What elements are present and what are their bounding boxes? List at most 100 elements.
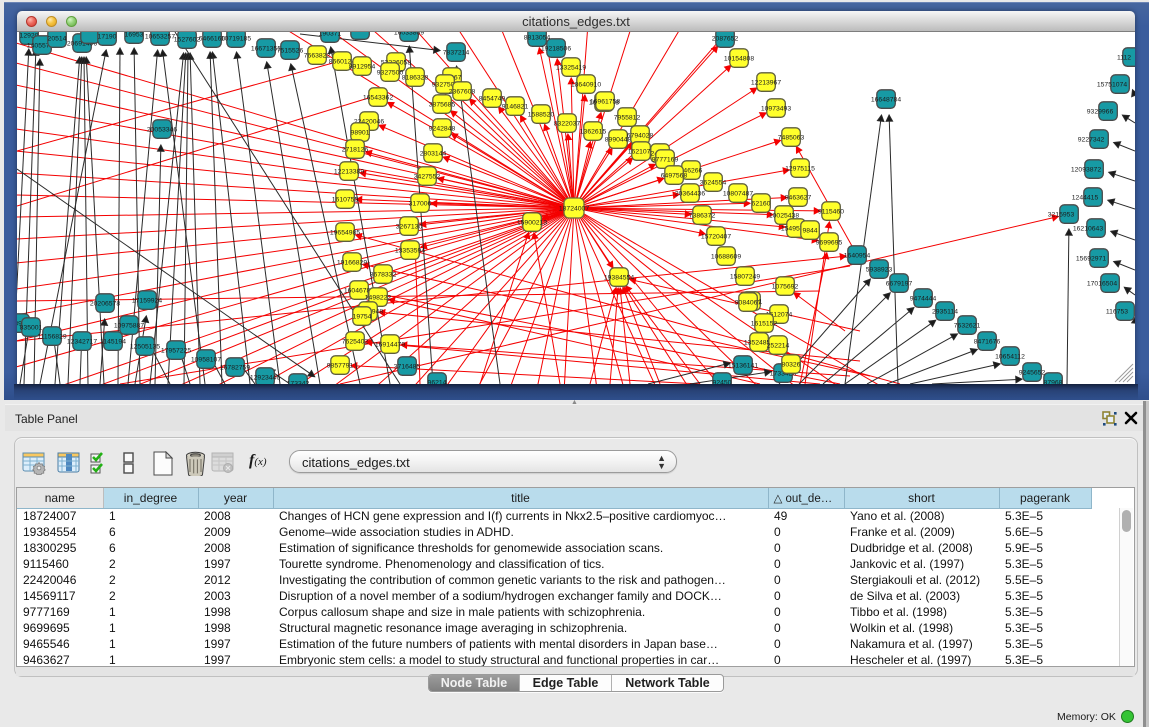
svg-text:116753: 116753 [1106, 309, 1128, 316]
svg-text:20364436: 20364436 [675, 191, 705, 198]
svg-text:18724007: 18724007 [559, 206, 589, 213]
svg-text:9327500: 9327500 [377, 70, 404, 77]
svg-text:2803144: 2803144 [420, 151, 447, 158]
svg-text:7485063: 7485063 [778, 135, 805, 142]
svg-text:12342717: 12342717 [67, 339, 97, 346]
svg-text:6497568: 6497568 [661, 173, 688, 180]
svg-text:12213967: 12213967 [751, 80, 781, 87]
svg-text:62160: 62160 [752, 201, 771, 208]
svg-text:16782759: 16782759 [220, 365, 250, 372]
svg-text:3875685: 3875685 [429, 102, 456, 109]
svg-text:15807249: 15807249 [730, 274, 760, 281]
svg-text:190371: 190371 [319, 32, 342, 38]
svg-text:19166829: 19166829 [337, 260, 367, 267]
svg-text:1615152: 1615152 [751, 321, 778, 328]
svg-text:19754: 19754 [353, 314, 372, 321]
svg-text:3716485: 3716485 [394, 364, 421, 371]
svg-text:1640954: 1640954 [844, 253, 871, 260]
svg-text:98901: 98901 [351, 130, 370, 137]
svg-text:3215953: 3215953 [1048, 212, 1075, 219]
svg-text:5938923: 5938923 [866, 267, 893, 274]
svg-text:12975115: 12975115 [785, 166, 815, 173]
svg-text:1588520: 1588520 [528, 112, 555, 119]
svg-text:10653257: 10653257 [145, 34, 175, 41]
svg-text:8454749: 8454749 [479, 96, 506, 103]
svg-text:2718126: 2718126 [342, 147, 369, 154]
svg-text:17016504: 17016504 [1087, 281, 1117, 288]
svg-text:317006: 317006 [409, 201, 432, 208]
svg-text:8471676: 8471676 [974, 339, 1001, 346]
svg-text:6679197: 6679197 [886, 281, 913, 288]
svg-text:8678332: 8678332 [370, 272, 397, 279]
svg-text:92450: 92450 [713, 380, 732, 385]
svg-text:1244415: 1244415 [1072, 195, 1099, 202]
svg-text:8322037: 8322037 [554, 121, 581, 128]
svg-text:17957225: 17957225 [161, 348, 191, 355]
svg-text:1075692: 1075692 [772, 284, 799, 291]
svg-text:3427552: 3427552 [414, 174, 441, 181]
svg-text:19654985: 19654985 [330, 230, 360, 237]
svg-text:9844: 9844 [802, 228, 817, 235]
svg-text:12923446: 12923446 [250, 375, 280, 382]
svg-text:7386372: 7386372 [689, 213, 716, 220]
svg-text:15136141: 15136141 [728, 363, 758, 370]
svg-text:11156829: 11156829 [37, 334, 66, 341]
svg-text:16961758: 16961758 [590, 99, 620, 106]
svg-text:1498222: 1498222 [365, 295, 392, 302]
svg-text:9146821: 9146821 [502, 104, 529, 111]
svg-text:8186328: 8186328 [402, 75, 429, 82]
svg-text:9857791: 9857791 [327, 363, 354, 370]
svg-text:10958107: 10958107 [191, 357, 221, 364]
svg-text:9084067: 9084067 [735, 300, 762, 307]
svg-text:10719185: 10719185 [221, 36, 251, 43]
svg-text:6794028: 6794028 [627, 133, 654, 140]
svg-text:87968: 87968 [1044, 380, 1063, 385]
svg-text:16543362: 16543362 [363, 95, 393, 102]
svg-text:9242848: 9242848 [429, 126, 456, 133]
svg-text:15751074: 15751074 [1097, 82, 1127, 89]
svg-text:1112: 1112 [1117, 55, 1131, 62]
svg-text:2087652: 2087652 [712, 36, 739, 43]
svg-text:10154808: 10154808 [724, 56, 754, 63]
svg-text:12505135: 12505135 [130, 344, 160, 351]
svg-text:19218506: 19218506 [541, 46, 571, 53]
svg-text:13353594: 13353594 [395, 248, 425, 255]
svg-text:9777169: 9777169 [652, 157, 679, 164]
svg-text:8912954: 8912954 [349, 64, 376, 71]
svg-text:835001: 835001 [20, 325, 43, 332]
svg-text:10975887: 10975887 [114, 323, 144, 330]
svg-text:9227342: 9227342 [1078, 137, 1105, 144]
svg-text:1145194: 1145194 [100, 339, 126, 346]
svg-text:17159924: 17159924 [132, 298, 162, 305]
svg-text:7625402: 7625402 [342, 339, 369, 346]
svg-text:7837214: 7837214 [443, 50, 470, 57]
svg-text:9699695: 9699695 [816, 240, 843, 247]
svg-text:15720407: 15720407 [701, 234, 731, 241]
svg-text:1610755: 1610755 [332, 197, 359, 204]
svg-text:19384554: 19384554 [604, 275, 634, 282]
svg-text:15900213: 15900213 [517, 220, 547, 227]
svg-text:20206578: 20206578 [90, 301, 120, 308]
svg-text:16648784: 16648784 [871, 97, 901, 104]
svg-text:7663822: 7663822 [304, 53, 331, 60]
svg-text:9329966: 9329966 [1087, 109, 1114, 116]
svg-text:8813054: 8813054 [524, 35, 551, 42]
svg-text:16210643: 16210643 [1073, 226, 1103, 233]
svg-text:173342: 173342 [287, 381, 310, 385]
svg-text:1362615: 1362615 [580, 129, 607, 136]
svg-text:13325419: 13325419 [556, 65, 586, 72]
svg-text:20514: 20514 [48, 36, 67, 43]
svg-text:18640910: 18640910 [571, 82, 601, 89]
svg-text:96214: 96214 [428, 380, 447, 385]
svg-text:12093872: 12093872 [1071, 167, 1101, 174]
svg-text:252214: 252214 [767, 343, 790, 350]
svg-text:10688609: 10688609 [711, 254, 741, 261]
svg-text:2367608: 2367608 [449, 89, 476, 96]
svg-text:10973493: 10973493 [761, 106, 791, 113]
svg-text:17190: 17190 [98, 34, 117, 41]
svg-text:16914479: 16914479 [375, 342, 405, 349]
svg-text:3267130: 3267130 [396, 224, 423, 231]
svg-text:15692971: 15692971 [1076, 256, 1106, 263]
svg-text:16033809: 16033809 [394, 32, 424, 37]
svg-text:12213389: 12213389 [334, 169, 364, 176]
